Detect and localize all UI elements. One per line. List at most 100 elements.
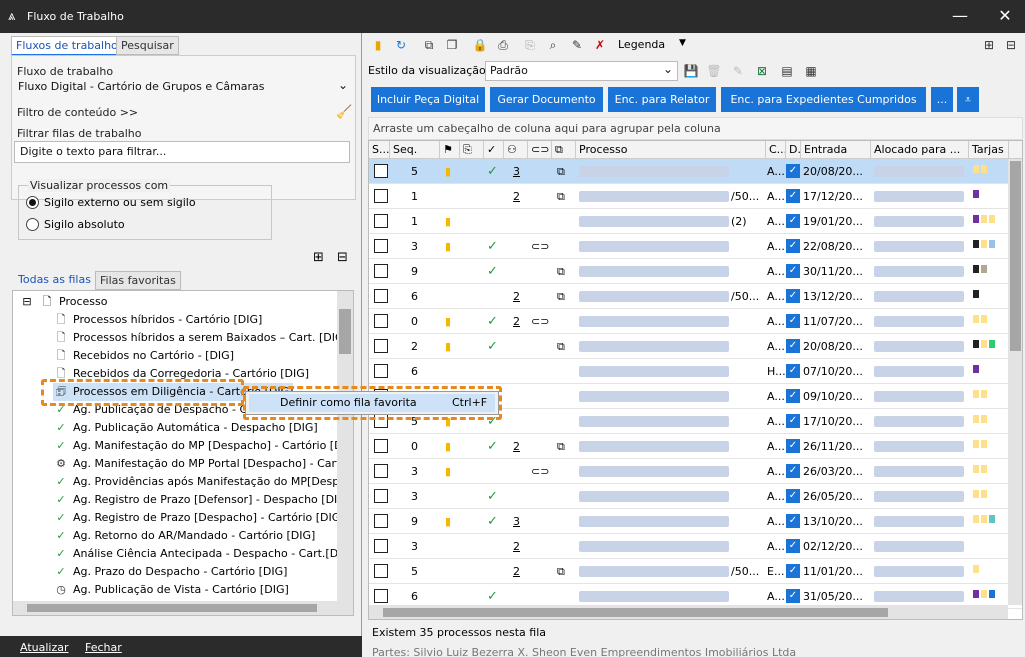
d-checkbox[interactable]: ✓ [786,414,800,428]
table-row[interactable]: 0 ▮ ✓ 2 ⧉ A... ✓ 26/11/20... [369,434,1022,459]
count-cell[interactable]: 2 [513,534,520,559]
delete-icon[interactable]: 🗑 [706,63,722,79]
grid-settings-icon[interactable]: ▦ [803,63,819,79]
more-actions-button[interactable]: ... [931,87,953,112]
tree-item[interactable]: 🗋 Recebidos no Cartório - [DIG] [53,347,234,365]
tree-item[interactable]: ✓ Ag. Retorno do AR/Mandado - Cartório [D… [53,527,315,545]
tab-favorite-queues[interactable]: Filas favoritas [95,271,181,290]
edit-icon[interactable]: ✎ [730,63,746,79]
col-check[interactable]: ✓ [484,141,504,159]
tree-vertical-scrollbar[interactable] [337,291,353,601]
d-checkbox[interactable]: ✓ [786,164,800,178]
row-checkbox[interactable] [374,514,388,528]
tree-item[interactable]: ✓ Análise Ciência Antecipada - Despacho -… [53,545,353,563]
tree-root[interactable]: ⊟ 🗋 Processo [19,293,107,311]
row-checkbox[interactable] [374,314,388,328]
col-processo[interactable]: Processo [576,141,766,159]
count-cell[interactable]: 3 [513,159,520,184]
row-checkbox[interactable] [374,564,388,578]
tab-search[interactable]: Pesquisar [116,36,179,55]
row-checkbox[interactable] [374,239,388,253]
refresh-icon[interactable]: ↻ [393,37,409,53]
d-checkbox[interactable]: ✓ [786,264,800,278]
col-s[interactable]: S... [369,141,390,159]
print-icon[interactable]: ⎙ [495,37,511,53]
tree-horizontal-scrollbar[interactable] [13,601,353,615]
tab-all-queues[interactable]: Todas as filas [14,271,95,288]
count-cell[interactable]: 3 [513,509,520,534]
row-checkbox[interactable] [374,589,388,603]
update-link[interactable]: Atualizar [20,641,69,654]
d-checkbox[interactable]: ✓ [786,389,800,403]
tree-item[interactable]: ✓ Ag. Manifestação do MP [Despacho] - Car… [53,437,353,455]
col-attach[interactable]: ⎘ [460,141,484,159]
col-seq[interactable]: Seq. [390,141,440,159]
col-tarjas[interactable]: Tarjas [969,141,1009,159]
table-row[interactable]: 3 ▮ ⊂⊃ A... ✓ 26/03/20... [369,459,1022,484]
table-row[interactable]: 0 ▮ ✓ 2 ⊂⊃ A... ✓ 11/07/20... [369,309,1022,334]
radio-absolute-secrecy[interactable]: Sigilo absoluto [26,218,125,231]
tab-workflows[interactable]: Fluxos de trabalho [11,36,123,56]
d-checkbox[interactable]: ✓ [786,514,800,528]
count-cell[interactable]: 2 [513,309,520,334]
row-checkbox[interactable] [374,439,388,453]
d-checkbox[interactable]: ✓ [786,589,800,603]
group-by-area[interactable]: Arraste um cabeçalho de coluna aqui para… [368,117,1023,140]
legend-dropdown-icon[interactable]: ▼ [679,38,686,48]
broom-icon[interactable]: 🧹 [336,105,352,120]
row-checkbox[interactable] [374,264,388,278]
table-row[interactable]: 2 ▮ ✓ ⧉ A... ✓ 20/08/20... [369,334,1022,359]
d-checkbox[interactable]: ✓ [786,339,800,353]
excel-icon[interactable]: ⊠ [754,63,770,79]
col-copy[interactable]: ⧉ [552,141,576,159]
count-cell[interactable]: 2 [513,284,520,309]
table-row[interactable]: 3 ✓ A... ✓ 26/05/20... [369,484,1022,509]
lock-doc-icon[interactable]: 🔒 [472,37,488,53]
bookmark-icon[interactable]: ▮ [370,37,386,53]
send-to-rapporteur-button[interactable]: Enc. para Relator [608,87,716,112]
close-link[interactable]: Fechar [85,641,122,654]
d-checkbox[interactable]: ✓ [786,289,800,303]
content-filter-link[interactable]: Filtro de conteúdo >> [17,106,138,119]
col-d[interactable]: D... [786,141,801,159]
comment-icon[interactable]: ✎ [569,37,585,53]
row-checkbox[interactable] [374,364,388,378]
count-cell[interactable]: 2 [513,559,520,584]
table-row[interactable]: 9 ✓ ⧉ A... ✓ 30/11/20... [369,259,1022,284]
d-checkbox[interactable]: ✓ [786,314,800,328]
grid-horizontal-scrollbar[interactable] [369,605,1008,619]
tree-item[interactable]: ⚙ Ag. Manifestação do MP Portal [Despacho… [53,455,353,473]
tree-view-icon[interactable]: ⊞ [313,250,324,265]
tree-item[interactable]: ✓ Ag. Registro de Prazo [Despacho] - Cart… [53,509,344,527]
d-checkbox[interactable]: ✓ [786,539,800,553]
document-list-icon[interactable]: ▤ [779,63,795,79]
row-checkbox[interactable] [374,214,388,228]
send-to-completed-button[interactable]: Enc. para Expedientes Cumpridos [721,87,926,112]
search-doc-icon[interactable]: ⌕ [545,37,561,53]
workflow-select[interactable]: Fluxo Digital - Cartório de Grupos e Câm… [14,77,352,97]
col-entrada[interactable]: Entrada [801,141,871,159]
row-checkbox[interactable] [374,339,388,353]
table-row[interactable]: 5 2 ⧉ /50... E... ✓ 11/01/20... [369,559,1022,584]
col-alocado[interactable]: Alocado para ... [871,141,969,159]
row-checkbox[interactable] [374,539,388,553]
col-users[interactable]: ⚇ [504,141,528,159]
collapse-minus-icon[interactable]: ⊟ [19,293,35,311]
view-style-select[interactable]: Padrão ⌄ [485,61,678,81]
copy-icon[interactable]: ⧉ [421,37,437,53]
table-row[interactable]: 6 2 ⧉ /50... A... ✓ 13/12/20... [369,284,1022,309]
d-checkbox[interactable]: ✓ [786,189,800,203]
table-row[interactable]: 3 ▮ ✓ ⊂⊃ A... ✓ 22/08/20... [369,234,1022,259]
tree-hscroll-thumb[interactable] [27,604,317,612]
row-checkbox[interactable] [374,289,388,303]
tree-item[interactable]: 🗋 Processos híbridos a serem Baixados – C… [53,329,348,347]
collapse-panel-icon[interactable]: ⊟ [1003,37,1019,53]
close-window-button[interactable]: ✕ [995,6,1015,26]
window-icon[interactable]: ❐ [444,37,460,53]
grid-hscroll-thumb[interactable] [383,608,888,617]
generate-document-button[interactable]: Gerar Documento [490,87,603,112]
d-checkbox[interactable]: ✓ [786,214,800,228]
table-row[interactable]: 1 ▮ (2) A... ✓ 19/01/20... [369,209,1022,234]
d-checkbox[interactable]: ✓ [786,464,800,478]
tree-item[interactable]: ✓ Ag. Registro de Prazo [Defensor] - Desp… [53,491,350,509]
